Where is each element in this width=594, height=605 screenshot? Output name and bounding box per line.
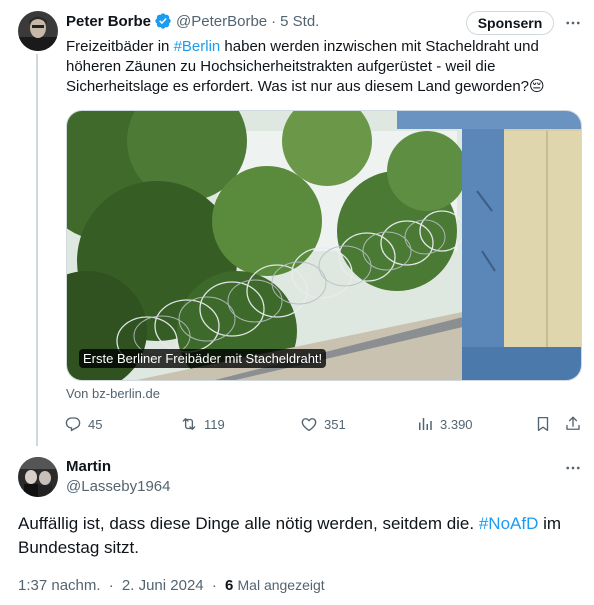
media-image xyxy=(67,111,581,380)
avatar-peter-borbe[interactable] xyxy=(18,11,58,51)
more-icon[interactable] xyxy=(563,13,583,33)
reply-view-label: Mal angezeigt xyxy=(237,577,325,593)
views-icon xyxy=(419,418,432,430)
repost-count: 119 xyxy=(204,416,225,432)
separator: · xyxy=(211,577,217,594)
reply-count: 45 xyxy=(88,416,103,432)
reply-view-count: 6 xyxy=(224,577,234,594)
reply-icon xyxy=(65,417,81,432)
media-caption: Erste Berliner Freibäder mit Stacheldrah… xyxy=(79,349,327,368)
reply-date[interactable]: 2. Juni 2024 xyxy=(122,577,204,594)
tweet[interactable]: Peter Borbe @PeterBorbe · 5 Std. Sponser… xyxy=(0,0,594,446)
bookmark-button[interactable] xyxy=(534,412,558,436)
like-count: 351 xyxy=(324,416,346,432)
like-icon xyxy=(301,418,317,432)
author-handle[interactable]: @PeterBorbe xyxy=(176,13,267,30)
reply-time[interactable]: 1:37 nachm. xyxy=(18,577,101,594)
link-source[interactable]: Von bz-berlin.de xyxy=(66,386,160,401)
action-bar: 45 119 351 3.390 xyxy=(60,412,586,436)
share-button[interactable] xyxy=(564,412,588,436)
reply-text-start: Auffällig ist, dass diese Dinge alle nöt… xyxy=(18,514,479,533)
like-button[interactable]: 351 xyxy=(300,412,346,436)
verified-badge-icon xyxy=(155,13,171,29)
reply-meta: 1:37 nachm. · 2. Juni 2024 · 6 Mal angez… xyxy=(18,577,325,594)
tweet-header: Peter Borbe @PeterBorbe · 5 Std. xyxy=(66,11,319,31)
reply-button[interactable]: 45 xyxy=(64,412,102,436)
separator: · xyxy=(271,12,277,30)
views-button[interactable]: 3.390 xyxy=(416,412,473,436)
views-count: 3.390 xyxy=(440,416,473,432)
tweet-media[interactable]: Erste Berliner Freibäder mit Stacheldrah… xyxy=(66,110,582,381)
reply-tweet[interactable]: Martin @Lasseby1964 Auffällig ist, dass … xyxy=(0,446,594,605)
tweet-time[interactable]: 5 Std. xyxy=(280,13,319,30)
tweet-text-start: Freizeitbäder in xyxy=(66,38,174,55)
reply-author-handle[interactable]: @Lasseby1964 xyxy=(66,478,170,495)
repost-icon xyxy=(182,418,196,430)
pensive-emoji: 😔 xyxy=(529,78,545,95)
thread-line xyxy=(36,54,38,446)
avatar-martin[interactable] xyxy=(18,457,58,497)
repost-button[interactable]: 119 xyxy=(180,412,225,436)
sponsor-button[interactable]: Sponsern xyxy=(466,11,554,35)
tweet-text: Freizeitbäder in #Berlin haben werden in… xyxy=(66,37,566,97)
author-name[interactable]: Peter Borbe xyxy=(66,13,151,30)
hashtag-berlin[interactable]: #Berlin xyxy=(174,38,221,55)
hashtag-noafd[interactable]: #NoAfD xyxy=(479,514,539,533)
bookmark-icon xyxy=(537,416,549,432)
reply-text: Auffällig ist, dass diese Dinge alle nöt… xyxy=(18,512,578,560)
separator: · xyxy=(108,577,114,594)
more-icon[interactable] xyxy=(563,458,583,478)
reply-author-name[interactable]: Martin xyxy=(66,458,111,475)
share-icon xyxy=(566,416,580,430)
